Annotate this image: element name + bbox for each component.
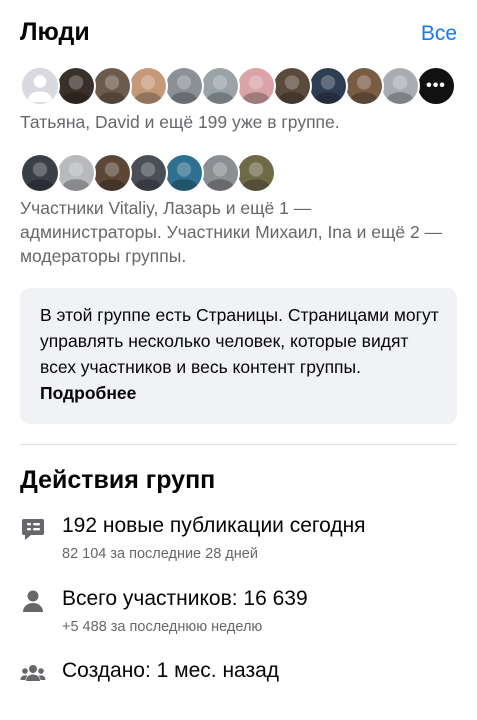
member-avatar[interactable] xyxy=(200,66,240,106)
members-last-week: +5 488 за последнюю неделю xyxy=(62,619,263,635)
person-icon xyxy=(20,588,46,614)
group-activity-title: Действия групп xyxy=(20,466,216,494)
moderator-avatar[interactable] xyxy=(128,153,168,193)
member-avatar[interactable] xyxy=(56,66,96,106)
staff-summary: Участники Vitaliy, Лазарь и ещё 1 — адми… xyxy=(20,198,443,266)
pages-info-box: В этой группе есть Страницы. Страницами … xyxy=(20,288,457,424)
created-ago: Создано: 1 мес. назад xyxy=(62,659,280,682)
members-summary: Татьяна, David и ещё 199 уже в группе. xyxy=(20,112,340,132)
learn-more-link[interactable]: Подробнее xyxy=(40,383,136,403)
member-avatar[interactable] xyxy=(272,66,312,106)
member-avatar[interactable] xyxy=(128,66,168,106)
section-divider xyxy=(20,444,457,445)
member-avatar[interactable] xyxy=(164,66,204,106)
more-members-button[interactable]: ••• xyxy=(416,66,456,106)
posts-today: 192 новые публикации сегодня xyxy=(62,514,366,537)
default-avatar[interactable] xyxy=(20,66,60,106)
group-people-icon xyxy=(20,660,46,686)
moderator-avatar[interactable] xyxy=(200,153,240,193)
posts-28-days: 82 104 за последние 28 дней xyxy=(62,546,258,562)
member-avatar[interactable] xyxy=(236,66,276,106)
moderator-avatar[interactable] xyxy=(92,153,132,193)
member-avatar[interactable] xyxy=(308,66,348,106)
member-avatar[interactable] xyxy=(380,66,420,106)
total-members: Всего участников: 16 639 xyxy=(62,587,308,610)
admin-avatar[interactable] xyxy=(56,153,96,193)
member-avatar[interactable] xyxy=(344,66,384,106)
admin-avatar[interactable] xyxy=(20,153,60,193)
people-title: Люди xyxy=(20,18,90,46)
pages-info-text: В этой группе есть Страницы. Страницами … xyxy=(40,305,439,377)
moderator-avatar[interactable] xyxy=(164,153,204,193)
moderator-avatar[interactable] xyxy=(236,153,276,193)
see-all-link[interactable]: Все xyxy=(421,22,457,46)
people-header: Люди Все xyxy=(20,18,457,52)
member-avatar[interactable] xyxy=(92,66,132,106)
chat-bubble-icon xyxy=(20,516,46,542)
